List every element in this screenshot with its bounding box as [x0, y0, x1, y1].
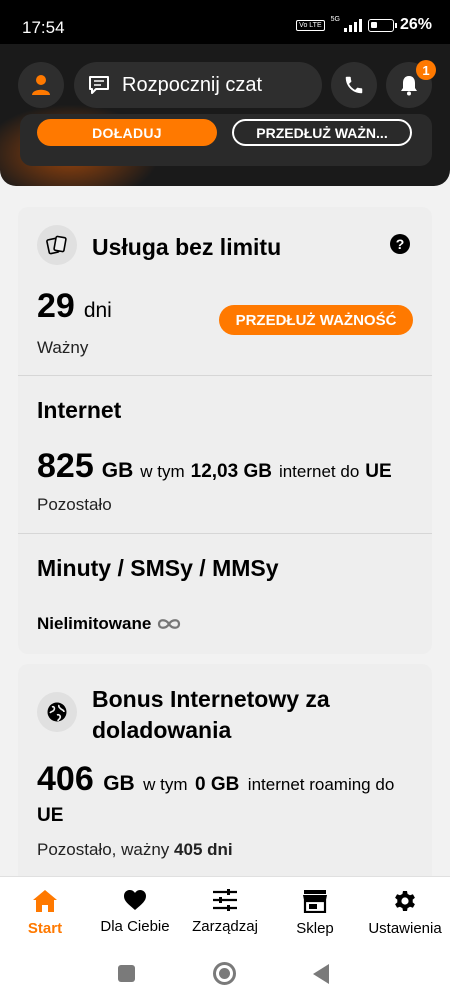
days-unit: dni: [83, 299, 112, 322]
infinity-icon: [158, 619, 181, 629]
notifications-button[interactable]: 1: [386, 60, 436, 108]
profile-button[interactable]: [18, 62, 64, 108]
internet-title: Internet: [37, 397, 122, 423]
sliders-icon: [213, 889, 237, 911]
bonus-unit: GB: [103, 772, 135, 795]
call-button[interactable]: [331, 62, 377, 108]
bonus-title: Bonus Internetowy za doladowania: [92, 684, 330, 746]
bonus-roaming-label: UE: [37, 805, 64, 826]
validity-label: Ważny: [37, 338, 89, 357]
battery-percent: 26%: [399, 16, 432, 33]
nav-zarzadzaj[interactable]: Zarządzaj: [180, 877, 270, 951]
network-type: 5G: [330, 16, 340, 23]
nav-label: Start: [27, 920, 63, 937]
internet-row: 825 GB w tym 12,03 GB internet do UE: [37, 447, 392, 486]
nav-label: Dla Ciebie: [100, 918, 170, 935]
nav-ustawienia[interactable]: Ustawienia: [360, 877, 450, 951]
gear-icon: [395, 891, 415, 911]
bonus-roaming-text: internet roaming do: [247, 775, 395, 794]
extend-validity-top-button[interactable]: PRZEDŁUŻ WAŻN...: [232, 119, 412, 146]
bonus-roaming-value: 0 GB: [194, 774, 240, 795]
card-title: Usługa bez limitu: [92, 234, 282, 260]
back-button[interactable]: [313, 964, 329, 984]
nav-sklep[interactable]: Sklep: [270, 877, 360, 951]
bottom-nav: Start Dla Ciebie Zarządzaj Sklep Ustawie…: [0, 876, 450, 950]
header: Rozpocznij czat 1: [0, 44, 450, 186]
home-icon: [33, 890, 57, 912]
unlimited-service-card: Usługa bez limitu ? 29 dni Ważny PRZEDŁU…: [18, 207, 432, 654]
signal-icon: [343, 18, 362, 32]
user-icon: [32, 75, 50, 95]
internet-mid-text: w tym: [140, 462, 185, 481]
internet-eu-value: 12,03 GB: [190, 461, 272, 482]
bonus-value: 406: [37, 760, 94, 798]
status-icons: Vo LTE 5G 26%: [296, 16, 432, 34]
internet-remaining-label: Pozostało: [37, 495, 112, 514]
nav-label: Ustawienia: [368, 920, 442, 937]
bonus-amount-row: 406 GB w tym 0 GB internet roaming do UE: [37, 762, 417, 831]
days-value: 29: [37, 287, 75, 325]
nav-label: Zarządzaj: [192, 918, 258, 935]
bonus-title-line2: doladowania: [92, 717, 232, 743]
calls-row: Nielimitowane: [37, 614, 182, 634]
divider: [18, 375, 432, 376]
home-button[interactable]: [213, 962, 236, 985]
globe-icon: [37, 692, 77, 732]
internet-unit: GB: [101, 459, 134, 482]
recent-apps-button[interactable]: [118, 965, 135, 982]
nav-label: Sklep: [296, 920, 334, 937]
bonus-remaining: Pozostało, ważny 405 dni: [37, 840, 233, 860]
notification-badge: 1: [416, 60, 436, 80]
calls-status: Nielimitowane: [37, 614, 152, 633]
bonus-title-line1: Bonus Internetowy za: [92, 686, 330, 712]
bonus-remaining-text: Pozostało, ważny: [37, 840, 170, 859]
chat-label: Rozpocznij czat: [122, 73, 263, 96]
phone-icon: [345, 76, 363, 94]
heart-icon: [124, 890, 146, 910]
chat-icon: [89, 76, 109, 94]
bonus-card: Bonus Internetowy za doladowania 406 GB …: [18, 664, 432, 894]
topup-button[interactable]: DOŁADUJ: [37, 119, 217, 146]
battery-icon: [367, 18, 397, 32]
internet-value: 825: [37, 447, 94, 485]
internet-eu-label: UE: [365, 461, 392, 482]
nav-start[interactable]: Start: [0, 877, 90, 951]
system-nav-bar: [0, 950, 450, 999]
chat-button[interactable]: Rozpocznij czat: [74, 62, 322, 108]
bell-icon: [401, 76, 417, 96]
days-row: 29 dni: [37, 287, 112, 326]
internet-eu-text: internet do: [278, 462, 360, 481]
bonus-valid-days: 405 dni: [174, 840, 233, 859]
shop-icon: [303, 890, 327, 913]
calls-title: Minuty / SMSy / MMSy: [37, 555, 279, 581]
volte-icon: Vo LTE: [296, 19, 325, 31]
help-icon[interactable]: ?: [390, 234, 410, 254]
bonus-mid-text: w tym: [143, 775, 188, 794]
cards-icon: [37, 225, 77, 265]
status-time: 17:54: [22, 18, 65, 37]
extend-validity-button[interactable]: PRZEDŁUŻ WAŻNOŚĆ: [219, 305, 413, 335]
divider: [18, 533, 432, 534]
nav-dla-ciebie[interactable]: Dla Ciebie: [90, 877, 180, 951]
